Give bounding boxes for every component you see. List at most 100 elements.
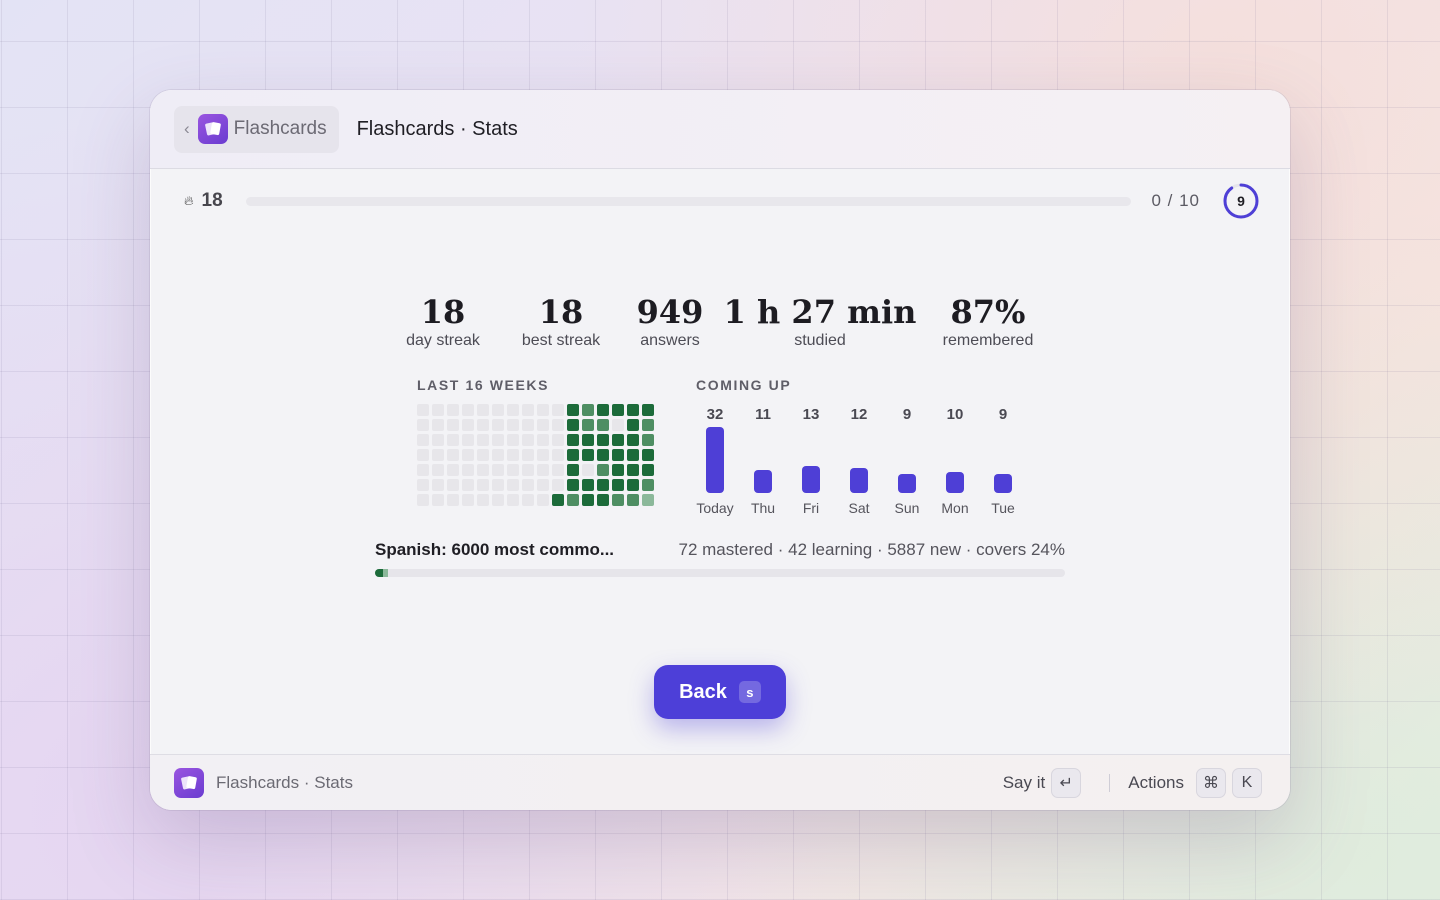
heatmap-cell — [522, 494, 534, 506]
heatmap-cell — [492, 494, 504, 506]
heatmap-cell — [447, 479, 459, 491]
divider — [1109, 773, 1111, 792]
bar-count: 12 — [850, 406, 868, 423]
flame-icon: 🔥︎ — [184, 193, 194, 208]
progress-ring: 9 — [1222, 182, 1260, 220]
heatmap-cell — [597, 479, 609, 491]
heatmap-cell — [462, 449, 474, 461]
progress-count: 0 / 10 — [1151, 191, 1200, 210]
coming-up-day: 10 Mon — [931, 406, 979, 516]
coming-up-label: COMING UP — [696, 377, 792, 393]
heatmap-cell — [507, 464, 519, 476]
chevron-left-icon: ‹ — [184, 119, 190, 138]
heatmap-cell — [507, 434, 519, 446]
heatmap-cell — [492, 449, 504, 461]
ring-value: 9 — [1237, 193, 1245, 209]
bar — [802, 466, 820, 493]
heatmap-cell — [492, 404, 504, 416]
heatmap-cell — [642, 464, 654, 476]
k-key: K — [1232, 767, 1262, 798]
heatmap-cell — [627, 479, 639, 491]
say-it-action[interactable]: Say it — [1003, 773, 1046, 793]
heatmap-cell — [537, 419, 549, 431]
heatmap-cell — [552, 434, 564, 446]
heatmap-cell — [582, 464, 594, 476]
deck-mastered-fill — [375, 569, 384, 577]
back-button[interactable]: Back s — [654, 665, 786, 719]
heatmap-cell — [642, 404, 654, 416]
heatmap-cell — [597, 494, 609, 506]
bar — [994, 474, 1012, 493]
heatmap-cell — [627, 449, 639, 461]
heatmap-cell — [447, 419, 459, 431]
heatmap-cell — [462, 479, 474, 491]
heatmap-cell — [492, 419, 504, 431]
heatmap-cell — [432, 494, 444, 506]
bar-day-label: Sun — [894, 500, 920, 516]
shortcut-key: s — [738, 681, 761, 703]
heatmap-cell — [447, 404, 459, 416]
heatmap-cell — [477, 464, 489, 476]
heatmap-cell — [447, 434, 459, 446]
bar — [706, 427, 724, 493]
back-button-label: Back — [679, 680, 727, 703]
heatmap-cell — [522, 434, 534, 446]
heatmap-cell — [597, 404, 609, 416]
heatmap-cell — [582, 419, 594, 431]
deck-progress-bar — [375, 569, 1065, 577]
stat-value: 87% — [950, 293, 1026, 331]
heatmap-cell — [507, 494, 519, 506]
heatmap-cell — [642, 479, 654, 491]
heatmap-cell — [417, 434, 429, 446]
heatmap-cell — [642, 434, 654, 446]
header: ‹ Flashcards Flashcards · Stats — [150, 90, 1290, 169]
app-window: ‹ Flashcards Flashcards · Stats 🔥︎ 18 0 … — [150, 90, 1290, 810]
heatmap-cell — [462, 404, 474, 416]
actions-button[interactable]: Actions — [1128, 773, 1184, 793]
heatmap-cell — [537, 464, 549, 476]
heatmap-cell — [432, 434, 444, 446]
heatmap-cell — [537, 494, 549, 506]
back-breadcrumb[interactable]: ‹ Flashcards — [174, 105, 339, 153]
stat-value: 18 — [538, 293, 584, 331]
enter-key-icon: ↵ — [1051, 767, 1082, 798]
heatmap-cell — [477, 404, 489, 416]
bar-day-label: Fri — [802, 500, 820, 516]
heatmap-cell — [447, 494, 459, 506]
stat-day-streak: 18 day streak — [406, 290, 480, 350]
heatmap-cell — [522, 404, 534, 416]
heatmap-cell — [522, 464, 534, 476]
heatmap-cell — [597, 449, 609, 461]
heatmap-cell — [582, 494, 594, 506]
heatmap-cell — [597, 434, 609, 446]
heatmap-cell — [432, 419, 444, 431]
heatmap-cell — [567, 449, 579, 461]
heatmap-cell — [417, 494, 429, 506]
heatmap-cell — [642, 449, 654, 461]
stat-studied: 1 h 27 min studied — [724, 290, 917, 350]
bar-count: 32 — [706, 406, 724, 423]
footer: Flashcards · Stats Say it ↵ Actions ⌘ K — [150, 754, 1290, 810]
heatmap-cell — [507, 419, 519, 431]
heatmap-cell — [627, 434, 639, 446]
heatmap-cell — [432, 404, 444, 416]
heatmap-cell — [492, 464, 504, 476]
heatmap-cell — [417, 479, 429, 491]
heatmap-cell — [567, 434, 579, 446]
heatmap-cell — [567, 404, 579, 416]
flashcards-app-icon — [174, 767, 204, 798]
stat-best-streak: 18 best streak — [522, 290, 600, 350]
bar — [850, 468, 868, 493]
command-key-icon: ⌘ — [1196, 767, 1226, 798]
bar — [946, 472, 964, 493]
heatmap-cell — [537, 449, 549, 461]
heatmap-cell — [417, 464, 429, 476]
heatmap-cell — [507, 404, 519, 416]
deck-learning-fill — [383, 569, 389, 577]
heatmap-cell — [477, 494, 489, 506]
coming-up-day: 9 Tue — [979, 406, 1027, 516]
heatmap-cell — [582, 404, 594, 416]
heatmap-cell — [477, 449, 489, 461]
heatmap-cell — [567, 464, 579, 476]
heatmap-cell — [552, 464, 564, 476]
